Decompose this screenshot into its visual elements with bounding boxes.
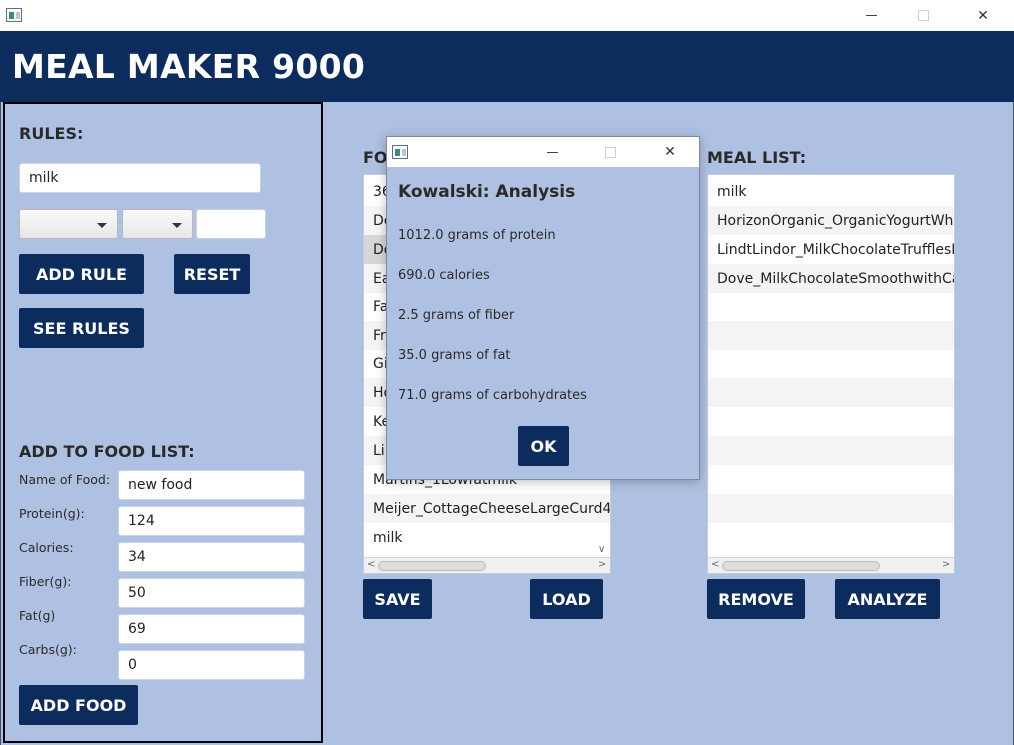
maximize-icon[interactable] bbox=[900, 0, 946, 31]
list-item[interactable]: milk bbox=[364, 523, 610, 552]
add-rule-button[interactable]: ADD RULE bbox=[19, 254, 144, 294]
scroll-left-icon[interactable]: < bbox=[367, 559, 375, 570]
meal-list-heading: MEAL LIST: bbox=[707, 148, 807, 167]
calories-label: Calories: bbox=[19, 540, 74, 555]
protein-result: 1012.0 grams of protein bbox=[398, 228, 556, 243]
app-icon bbox=[392, 145, 408, 159]
maximize-icon[interactable] bbox=[590, 137, 630, 167]
see-rules-button[interactable]: SEE RULES bbox=[19, 308, 144, 348]
scroll-right-icon[interactable]: > bbox=[598, 559, 606, 570]
carbs-label: Carbs(g): bbox=[19, 642, 77, 657]
list-item bbox=[708, 523, 954, 552]
chevron-down-icon bbox=[172, 223, 182, 228]
meal-list[interactable]: milk HorizonOrganic_OrganicYogurtWho Lin… bbox=[707, 174, 955, 574]
rule-input[interactable]: milk bbox=[19, 163, 261, 193]
app-icon bbox=[6, 8, 22, 22]
food-list-heading: FO bbox=[363, 148, 388, 167]
rule-combo-2[interactable] bbox=[122, 209, 193, 239]
scroll-down-icon[interactable]: ∨ bbox=[598, 544, 605, 555]
close-icon[interactable]: ✕ bbox=[650, 137, 690, 167]
list-item bbox=[708, 465, 954, 494]
scroll-left-icon[interactable]: < bbox=[711, 559, 719, 570]
protein-input[interactable]: 124 bbox=[118, 506, 305, 536]
calories-input[interactable]: 34 bbox=[118, 542, 305, 572]
calories-result: 690.0 calories bbox=[398, 268, 490, 283]
protein-label: Protein(g): bbox=[19, 506, 85, 521]
list-item bbox=[708, 349, 954, 378]
list-item bbox=[708, 494, 954, 523]
minimize-icon[interactable] bbox=[848, 0, 894, 31]
rules-heading: RULES: bbox=[19, 124, 84, 143]
fiber-label: Fiber(g): bbox=[19, 574, 72, 589]
list-item[interactable]: Dove_MilkChocolateSmoothwithCar bbox=[708, 264, 954, 293]
reset-button[interactable]: RESET bbox=[174, 254, 250, 294]
carbs-input[interactable]: 0 bbox=[118, 650, 305, 680]
app-header: MEAL MAKER 9000 bbox=[0, 31, 1014, 102]
list-item[interactable]: milk bbox=[708, 177, 954, 206]
fiber-input[interactable]: 50 bbox=[118, 578, 305, 608]
dialog-titlebar: ✕ bbox=[387, 137, 699, 167]
app-title: MEAL MAKER 9000 bbox=[12, 47, 366, 86]
list-item[interactable]: HorizonOrganic_OrganicYogurtWho bbox=[708, 206, 954, 235]
list-item bbox=[708, 292, 954, 321]
fat-input[interactable]: 69 bbox=[118, 614, 305, 644]
scroll-right-icon[interactable]: > bbox=[942, 559, 950, 570]
close-icon[interactable]: ✕ bbox=[960, 0, 1006, 31]
food-list-hscrollbar[interactable]: < > bbox=[364, 557, 610, 573]
list-item bbox=[708, 407, 954, 436]
dialog-title: Kowalski: Analysis bbox=[398, 182, 576, 202]
fat-label: Fat(g) bbox=[19, 608, 56, 623]
list-item[interactable]: LindtLindor_MilkChocolateTrufflesM bbox=[708, 235, 954, 264]
analysis-dialog: ✕ Kowalski: Analysis 1012.0 grams of pro… bbox=[386, 136, 700, 480]
load-button[interactable]: LOAD bbox=[530, 579, 603, 619]
meal-list-hscrollbar[interactable]: < > bbox=[708, 557, 954, 573]
ok-button[interactable]: OK bbox=[518, 426, 569, 466]
list-item bbox=[708, 436, 954, 465]
save-button[interactable]: SAVE bbox=[363, 579, 432, 619]
list-item bbox=[708, 321, 954, 350]
carbs-result: 71.0 grams of carbohydrates bbox=[398, 388, 587, 403]
scrollbar-thumb[interactable] bbox=[378, 561, 486, 571]
scrollbar-thumb[interactable] bbox=[722, 561, 880, 571]
analyze-button[interactable]: ANALYZE bbox=[835, 579, 940, 619]
remove-button[interactable]: REMOVE bbox=[707, 579, 805, 619]
add-food-heading: ADD TO FOOD LIST: bbox=[19, 442, 195, 461]
window-titlebar: ✕ bbox=[0, 0, 1014, 31]
list-item[interactable]: Meijer_CottageCheeseLargeCurd4 bbox=[364, 494, 610, 523]
list-item bbox=[708, 378, 954, 407]
minimize-icon[interactable] bbox=[532, 137, 572, 167]
rule-combo-1[interactable] bbox=[19, 209, 118, 239]
food-name-label: Name of Food: bbox=[19, 472, 111, 487]
chevron-down-icon bbox=[97, 223, 107, 228]
food-name-input[interactable]: new food bbox=[118, 470, 305, 500]
rule-value-input[interactable] bbox=[196, 209, 266, 239]
fat-result: 35.0 grams of fat bbox=[398, 348, 511, 363]
fiber-result: 2.5 grams of fiber bbox=[398, 308, 515, 323]
add-food-button[interactable]: ADD FOOD bbox=[19, 685, 138, 725]
